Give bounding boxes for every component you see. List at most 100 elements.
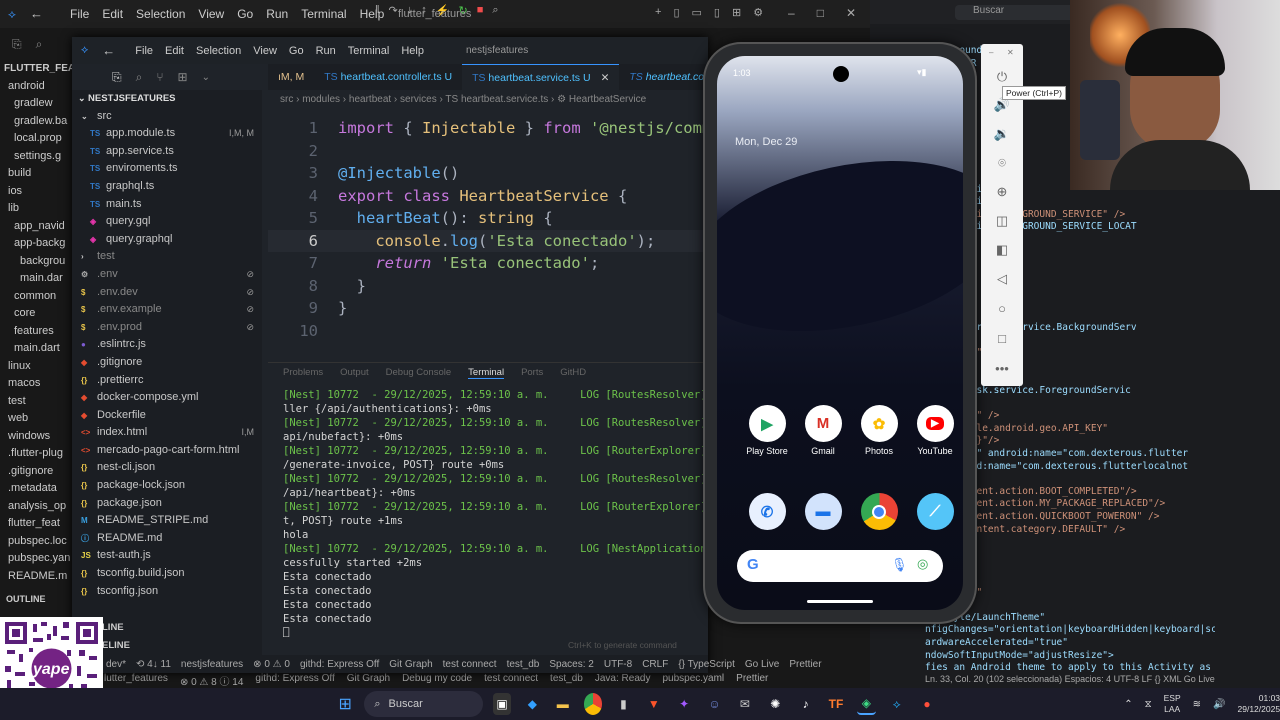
status-branch[interactable]: dev* xyxy=(106,659,126,670)
back-status-item[interactable]: githd: Express Off xyxy=(255,673,334,688)
menu-help[interactable]: Help xyxy=(401,45,424,57)
back-sidebar-item[interactable]: lib xyxy=(0,200,72,218)
back-sidebar-item[interactable]: macos xyxy=(0,375,72,393)
explorer-file-item[interactable]: TS enviroments.ts xyxy=(72,160,262,178)
status-sync[interactable]: ⟲ 4↓ 11 xyxy=(136,659,171,670)
more-icon[interactable]: ••• xyxy=(993,360,1011,378)
app-photos[interactable]: ✿ Photos xyxy=(855,405,903,456)
close-tab-icon[interactable]: ✕ xyxy=(601,72,610,84)
back-status-item[interactable]: Debug my code xyxy=(402,673,472,688)
back-sidebar-item[interactable]: features xyxy=(0,323,72,341)
tab-debug-console[interactable]: Debug Console xyxy=(386,367,452,379)
back-sidebar-item[interactable]: local.prop xyxy=(0,130,72,148)
back-sidebar-item[interactable]: app_navid xyxy=(0,218,72,236)
toolbar-close-icon[interactable]: ✕ xyxy=(1007,48,1014,57)
back-sidebar-item[interactable]: settings.g xyxy=(0,148,72,166)
app-youtube[interactable]: ▶ YouTube xyxy=(911,405,959,456)
status-problems[interactable]: ⊗ 0 ⚠ 0 xyxy=(253,659,290,670)
home-gesture-bar[interactable] xyxy=(807,600,873,603)
tab-heartbeat-service[interactable]: TS heartbeat.service.ts U ✕ xyxy=(462,64,620,90)
search-icon[interactable]: ⌕ xyxy=(36,37,43,52)
explorer-file-item[interactable]: ◈ query.gql xyxy=(72,213,262,231)
wifi-icon[interactable]: ≋ xyxy=(1193,699,1201,710)
back-sidebar-item[interactable]: build xyxy=(0,165,72,183)
menu-edit[interactable]: Edit xyxy=(165,45,184,57)
chrome-taskbar-icon[interactable] xyxy=(583,693,603,715)
status-project[interactable]: nestjsfeatures xyxy=(181,659,243,670)
breadcrumb[interactable]: src › modules › heartbeat › services › T… xyxy=(280,94,646,105)
explorer-project-name[interactable]: ⌄ NESTJSFEATURES xyxy=(72,90,262,108)
back-sidebar-item[interactable]: app-backg xyxy=(0,235,72,253)
chatgpt-icon[interactable]: ✺ xyxy=(766,693,784,715)
status-gitgraph[interactable]: Git Graph xyxy=(389,659,432,670)
tab-module[interactable]: ıM, M xyxy=(268,64,314,90)
back-sidebar-item[interactable]: backgrou xyxy=(0,253,72,271)
terminal-output[interactable]: [Nest] 10772 - 29/12/2025, 12:59:10 a. m… xyxy=(283,388,732,640)
volume-icon[interactable]: 🔊 xyxy=(1213,699,1225,710)
menu-terminal[interactable]: Terminal xyxy=(348,45,390,57)
task-view-icon[interactable]: ▣ xyxy=(492,693,512,715)
app-flutter[interactable]: ⟋ xyxy=(911,493,959,534)
source-control-icon[interactable]: ⑂ xyxy=(156,70,163,84)
menu-view[interactable]: View xyxy=(253,45,277,57)
outline-header[interactable]: LINE xyxy=(102,619,130,637)
menu-file[interactable]: File xyxy=(135,45,153,57)
menu-go[interactable]: Go xyxy=(237,7,253,21)
explorer-file-item[interactable]: ⌄ src xyxy=(72,108,262,126)
back-status-item[interactable]: Java: Ready xyxy=(595,673,651,688)
toolbar-minimize-icon[interactable]: – xyxy=(989,48,993,57)
back-sidebar-item[interactable]: web xyxy=(0,410,72,428)
app-chrome[interactable] xyxy=(855,493,903,534)
explorer-file-item[interactable]: ◆ .gitignore xyxy=(72,354,262,372)
pause-icon[interactable]: ‖ xyxy=(375,4,380,17)
explorer-file-item[interactable]: ◆ Dockerfile xyxy=(72,407,262,425)
lens-icon[interactable]: ◎ xyxy=(917,556,928,572)
menu-go[interactable]: Go xyxy=(289,45,304,57)
menu-terminal[interactable]: Terminal xyxy=(301,7,346,21)
explorer-file-item[interactable]: {} nest-cli.json xyxy=(72,459,262,477)
android-studio-icon[interactable]: ◈ xyxy=(857,693,876,715)
postman-icon[interactable]: ● xyxy=(918,693,936,715)
power-icon[interactable]: ⏻ xyxy=(993,68,1011,86)
explorer-file-item[interactable]: TS app.service.ts xyxy=(72,143,262,161)
tiktok-icon[interactable]: ♪ xyxy=(796,693,814,715)
explorer-file-item[interactable]: TS graphql.ts xyxy=(72,178,262,196)
explorer-file-item[interactable]: {} package.json xyxy=(72,495,262,513)
language-indicator[interactable]: ESP LAA xyxy=(1164,693,1181,715)
menu-run[interactable]: Run xyxy=(316,45,336,57)
back-sidebar-item[interactable]: pubspec.loc xyxy=(0,533,72,551)
zoom-icon[interactable]: ⊕ xyxy=(993,183,1011,201)
back-status-item[interactable]: lutter_features xyxy=(104,673,168,688)
back-arrow-icon[interactable]: ← xyxy=(102,43,115,58)
settings-gear-icon[interactable]: ⚙ xyxy=(753,6,763,19)
menu-selection[interactable]: Selection xyxy=(196,45,241,57)
maximize-icon[interactable]: □ xyxy=(817,6,824,20)
fold-icon[interactable]: ◫ xyxy=(993,212,1011,230)
back-outline-header[interactable]: OUTLINE xyxy=(0,591,72,609)
step-over-icon[interactable]: ↷ xyxy=(389,4,398,17)
explorer-file-item[interactable]: <> mercado-pago-cart-form.html xyxy=(72,442,262,460)
explorer-file-item[interactable]: {} .prettierrc xyxy=(72,372,262,390)
tab-terminal[interactable]: Terminal xyxy=(468,367,505,379)
explorer-file-item[interactable]: {} package-lock.json xyxy=(72,477,262,495)
tab-output[interactable]: Output xyxy=(340,367,369,379)
network-icon[interactable]: ⧖ xyxy=(1145,699,1152,710)
menu-run[interactable]: Run xyxy=(266,7,288,21)
devtools-icon[interactable]: ⌕ xyxy=(492,4,498,17)
unfold-icon[interactable]: ◧ xyxy=(993,241,1011,259)
back-project-name[interactable]: FLUTTER_FEATU xyxy=(0,60,72,78)
app-gmail[interactable]: M Gmail xyxy=(799,405,847,456)
volume-down-icon[interactable]: 🔉 xyxy=(993,125,1011,143)
back-sidebar-item[interactable]: test xyxy=(0,393,72,411)
brave-icon[interactable]: ▼ xyxy=(645,693,663,715)
status-golive[interactable]: Go Live xyxy=(745,659,779,670)
phone-screen[interactable]: 1:03 ▾▮ Mon, Dec 29 ▶ Play Store M Gmail ✿… xyxy=(717,56,963,610)
explorer-file-item[interactable]: <> index.html I,M xyxy=(72,424,262,442)
back-sidebar-item[interactable]: gradlew.ba xyxy=(0,113,72,131)
status-test-db[interactable]: test_db xyxy=(507,659,540,670)
tab-ports[interactable]: Ports xyxy=(521,367,543,379)
extensions-icon[interactable]: ⊞ xyxy=(178,70,188,84)
figma-icon[interactable]: ✦ xyxy=(675,693,693,715)
back-status-item[interactable]: Prettier xyxy=(736,673,768,688)
explorer-file-item[interactable]: {} tsconfig.json xyxy=(72,583,262,601)
